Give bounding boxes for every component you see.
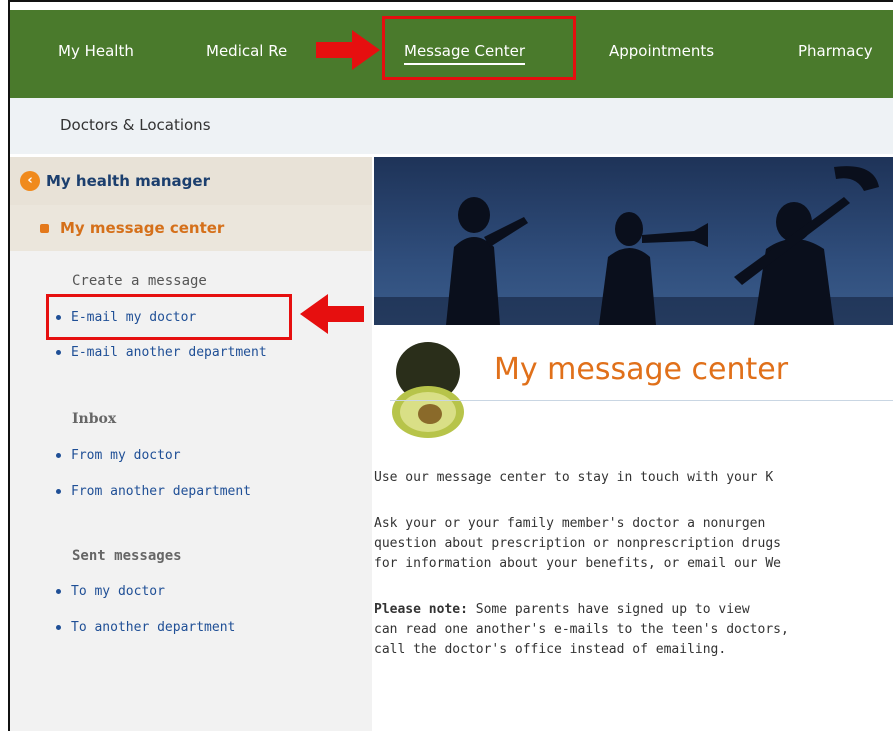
browser-page: My Health Medical Re Message Center Appo… (8, 0, 893, 731)
email-another-department-label: E-mail another department (71, 345, 267, 360)
bullet-icon (56, 453, 61, 458)
bullet-icon (56, 350, 61, 355)
inbox-heading: Inbox (72, 411, 117, 427)
to-my-doctor-link[interactable]: To my doctor (56, 584, 165, 599)
note-paragraph-line-1: Please note: Some parents have signed up… (374, 600, 893, 620)
my-health-manager-link[interactable]: My health manager (46, 172, 210, 190)
nav-appointments[interactable]: Appointments (609, 42, 714, 60)
create-message-heading: Create a message (72, 273, 207, 289)
avocado-illustration (388, 332, 468, 442)
sent-messages-heading: Sent messages (72, 548, 182, 564)
sidebar: ‹ My health manager My message center Cr… (10, 157, 372, 731)
ask-paragraph-line-3: for information about your benefits, or … (374, 556, 781, 571)
chevron-left-icon[interactable]: ‹ (20, 171, 40, 191)
from-another-department-link[interactable]: From another department (56, 484, 251, 499)
ask-paragraph-line-1: Ask your or your family member's doctor … (374, 516, 766, 531)
email-another-department-link[interactable]: E-mail another department (56, 345, 267, 360)
doctors-locations-link[interactable]: Doctors & Locations (60, 116, 211, 134)
sub-navigation-bar: Doctors & Locations (10, 98, 893, 154)
from-my-doctor-link[interactable]: From my doctor (56, 448, 181, 463)
email-my-doctor-link[interactable]: E-mail my doctor (56, 310, 196, 325)
musicians-silhouette-illustration (374, 166, 893, 325)
nav-my-health[interactable]: My Health (58, 42, 134, 60)
note-line-1-text: Some parents have signed up to view (467, 602, 750, 617)
my-message-center-link[interactable]: My message center (60, 219, 224, 237)
page-title: My message center (494, 352, 789, 387)
bullet-icon (56, 625, 61, 630)
top-navigation-bar: My Health Medical Re Message Center Appo… (10, 10, 893, 98)
nav-message-center[interactable]: Message Center (404, 42, 525, 65)
bullet-icon (56, 489, 61, 494)
to-another-department-label: To another department (71, 620, 236, 635)
nav-pharmacy[interactable]: Pharmacy (798, 42, 873, 60)
bullet-icon (56, 589, 61, 594)
to-my-doctor-label: To my doctor (71, 584, 165, 599)
red-arrow-icon (300, 294, 364, 334)
bullet-icon (56, 315, 61, 320)
square-bullet-icon (40, 224, 49, 233)
red-arrow-icon (316, 30, 380, 70)
sidebar-header: ‹ My health manager (10, 157, 372, 205)
hero-banner-image (374, 157, 893, 325)
sidebar-current-section: My message center (10, 205, 372, 251)
email-my-doctor-label: E-mail my doctor (71, 310, 197, 325)
heading-divider (390, 400, 893, 401)
to-another-department-link[interactable]: To another department (56, 620, 235, 635)
from-my-doctor-label: From my doctor (71, 448, 181, 463)
note-paragraph-line-3: call the doctor's office instead of emai… (374, 642, 727, 657)
ask-paragraph-line-2: question about prescription or nonprescr… (374, 536, 781, 551)
intro-paragraph: Use our message center to stay in touch … (374, 470, 774, 485)
note-label: Please note: (374, 602, 468, 617)
from-another-department-label: From another department (71, 484, 252, 499)
nav-medical-records[interactable]: Medical Re (206, 42, 287, 60)
note-paragraph-line-2: can read one another's e-mails to the te… (374, 622, 789, 637)
